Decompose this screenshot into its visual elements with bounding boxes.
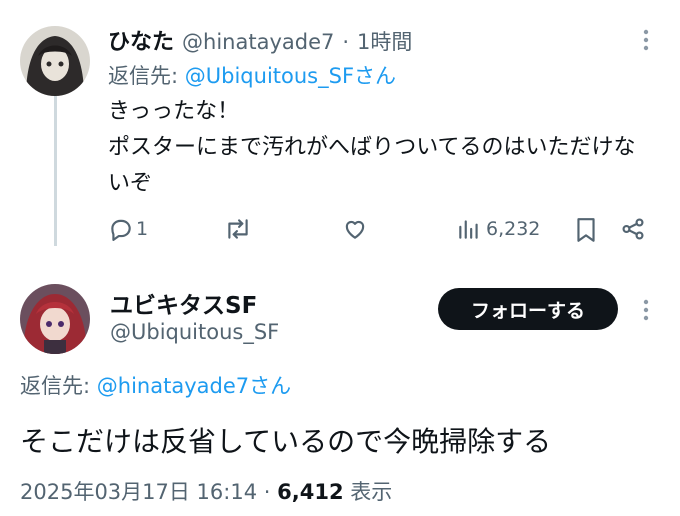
avatar[interactable] <box>20 284 90 354</box>
replying-to-link[interactable]: @hinatayade7さん <box>97 374 291 398</box>
author-handle[interactable]: @hinatayade7 <box>182 30 334 54</box>
separator-dot: · <box>342 30 350 54</box>
heart-icon <box>345 220 365 239</box>
follow-button[interactable]: フォローする <box>438 288 618 330</box>
bookmark-button[interactable] <box>574 216 598 244</box>
analytics-icon <box>459 220 478 239</box>
avatar[interactable] <box>20 26 90 96</box>
tweet-time[interactable]: 1時間 <box>357 26 412 56</box>
tweet-text: きっったな！ ポスターにまで汚れがへばりついてるのはいただけないぞ <box>108 99 636 196</box>
tweet-meta: 2025年03月17日 16:14 · 6,412 表示 <box>20 476 392 506</box>
tweet-text: そこだけは反省しているので今晩掃除する <box>20 425 552 458</box>
reply-icon <box>111 219 131 241</box>
repost-button[interactable] <box>224 216 252 242</box>
replying-prefix: 返信先: <box>108 64 185 88</box>
separator-dot: · <box>263 480 271 504</box>
replying-to-link[interactable]: @Ubiquitous_SFさん <box>185 64 396 88</box>
author-handle[interactable]: @Ubiquitous_SF <box>110 320 279 344</box>
more-options-icon[interactable] <box>640 298 652 322</box>
replying-to: 返信先: @hinatayade7さん <box>20 370 291 400</box>
share-icon <box>622 218 644 240</box>
replying-prefix: 返信先: <box>20 374 97 398</box>
replying-to: 返信先: @Ubiquitous_SFさん <box>108 60 396 90</box>
bookmark-icon <box>577 218 595 242</box>
share-button[interactable] <box>620 216 646 242</box>
views-button[interactable]: 6,232 <box>456 216 540 242</box>
tweet-timestamp[interactable]: 2025年03月17日 16:14 <box>20 480 257 504</box>
reply-count: 1 <box>136 218 149 240</box>
author-name[interactable]: ひなた <box>108 24 174 56</box>
more-options-icon[interactable] <box>640 28 652 52</box>
thread-line <box>54 96 57 246</box>
reply-button[interactable]: 1 <box>108 216 148 242</box>
author-name[interactable]: ユビキタスSF <box>110 286 257 320</box>
views-label: 表示 <box>350 480 393 504</box>
like-button[interactable] <box>342 216 368 242</box>
views-count: 6,232 <box>486 218 541 240</box>
repost-icon <box>228 219 248 239</box>
views-count: 6,412 <box>277 480 344 504</box>
